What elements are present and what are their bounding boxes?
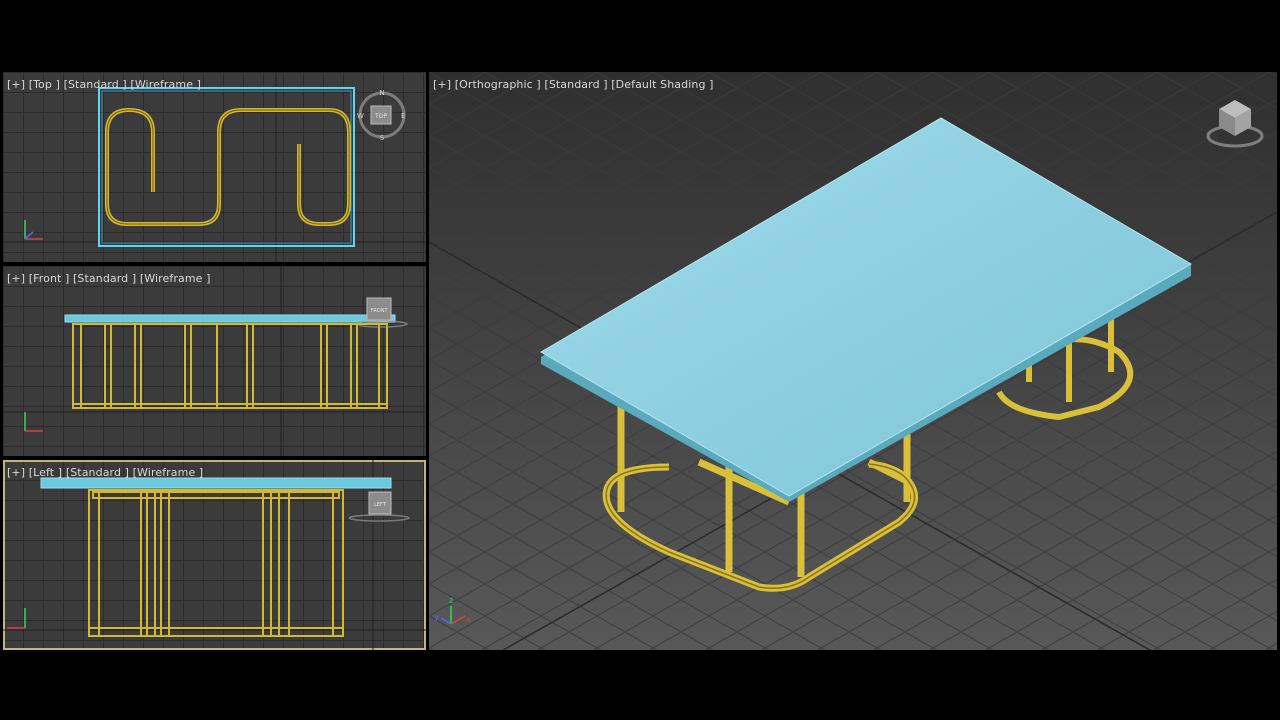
viewport-left[interactable]: [+] [Left ] [Standard ] [Wireframe ] LEF… [3,460,426,650]
viewport-pov-label[interactable]: [Orthographic ] [455,78,541,91]
viewport-shading-label[interactable]: [Wireframe ] [133,466,204,479]
svg-text:LEFT: LEFT [374,502,387,508]
frame-right-loop [241,108,351,226]
frame-front [72,323,388,409]
axis-tripod-icon [7,608,26,629]
viewport-pov-label[interactable]: [Top ] [29,78,60,91]
axis-tripod-icon [24,220,43,240]
viewport-pov-label[interactable]: [Front ] [29,272,70,285]
viewport-top[interactable]: [+] [Top ] [Standard ] [Wireframe ] TOP … [3,72,426,262]
viewport-shading-label[interactable]: [Wireframe ] [140,272,211,285]
glass-top [40,477,392,489]
front-scene[interactable] [3,266,426,456]
viewport-pov-label[interactable]: [Left ] [29,466,62,479]
viewport-shading-label[interactable]: [Wireframe ] [130,78,201,91]
svg-text:x: x [466,615,471,624]
viewport-label-orthographic[interactable]: [+] [Orthographic ] [Standard ] [Default… [433,78,714,91]
viewport-style-label[interactable]: [Standard ] [73,272,136,285]
viewport-menu-plus[interactable]: [+] [7,272,25,285]
svg-text:z: z [449,596,453,605]
frame-left [88,489,344,637]
viewport-style-label[interactable]: [Standard ] [66,466,129,479]
viewcube-icon[interactable] [1205,98,1265,150]
viewport-label-left[interactable]: [+] [Left ] [Standard ] [Wireframe ] [7,466,203,479]
axis-tripod-icon [24,412,43,432]
viewport-label-front[interactable]: [+] [Front ] [Standard ] [Wireframe ] [7,272,211,285]
viewport-orthographic[interactable]: [+] [Orthographic ] [Standard ] [Default… [429,72,1277,650]
viewport-label-top[interactable]: [+] [Top ] [Standard ] [Wireframe ] [7,78,201,91]
ortho-scene[interactable]: z x y [429,72,1277,650]
left-scene[interactable] [3,460,426,650]
viewcube-icon[interactable]: TOP N S W E [357,89,407,142]
viewport-style-label[interactable]: [Standard ] [64,78,127,91]
viewport-shading-label[interactable]: [Default Shading ] [611,78,713,91]
frame-left-loop [105,107,242,226]
svg-text:N: N [379,90,384,97]
svg-text:E: E [401,112,405,120]
svg-text:TOP: TOP [374,113,387,120]
viewcube-icon[interactable]: FRONT [354,296,409,330]
svg-text:FRONT: FRONT [370,308,388,314]
svg-text:y: y [434,613,439,622]
viewport-menu-plus[interactable]: [+] [433,78,451,91]
svg-text:W: W [357,112,364,120]
viewport-menu-plus[interactable]: [+] [7,78,25,91]
viewport-front[interactable]: [+] [Front ] [Standard ] [Wireframe ] FR… [3,266,426,456]
viewcube-icon[interactable]: LEFT [348,490,413,524]
viewport-style-label[interactable]: [Standard ] [544,78,607,91]
viewport-menu-plus[interactable]: [+] [7,466,25,479]
glass-top [64,314,396,323]
svg-text:S: S [380,134,385,140]
